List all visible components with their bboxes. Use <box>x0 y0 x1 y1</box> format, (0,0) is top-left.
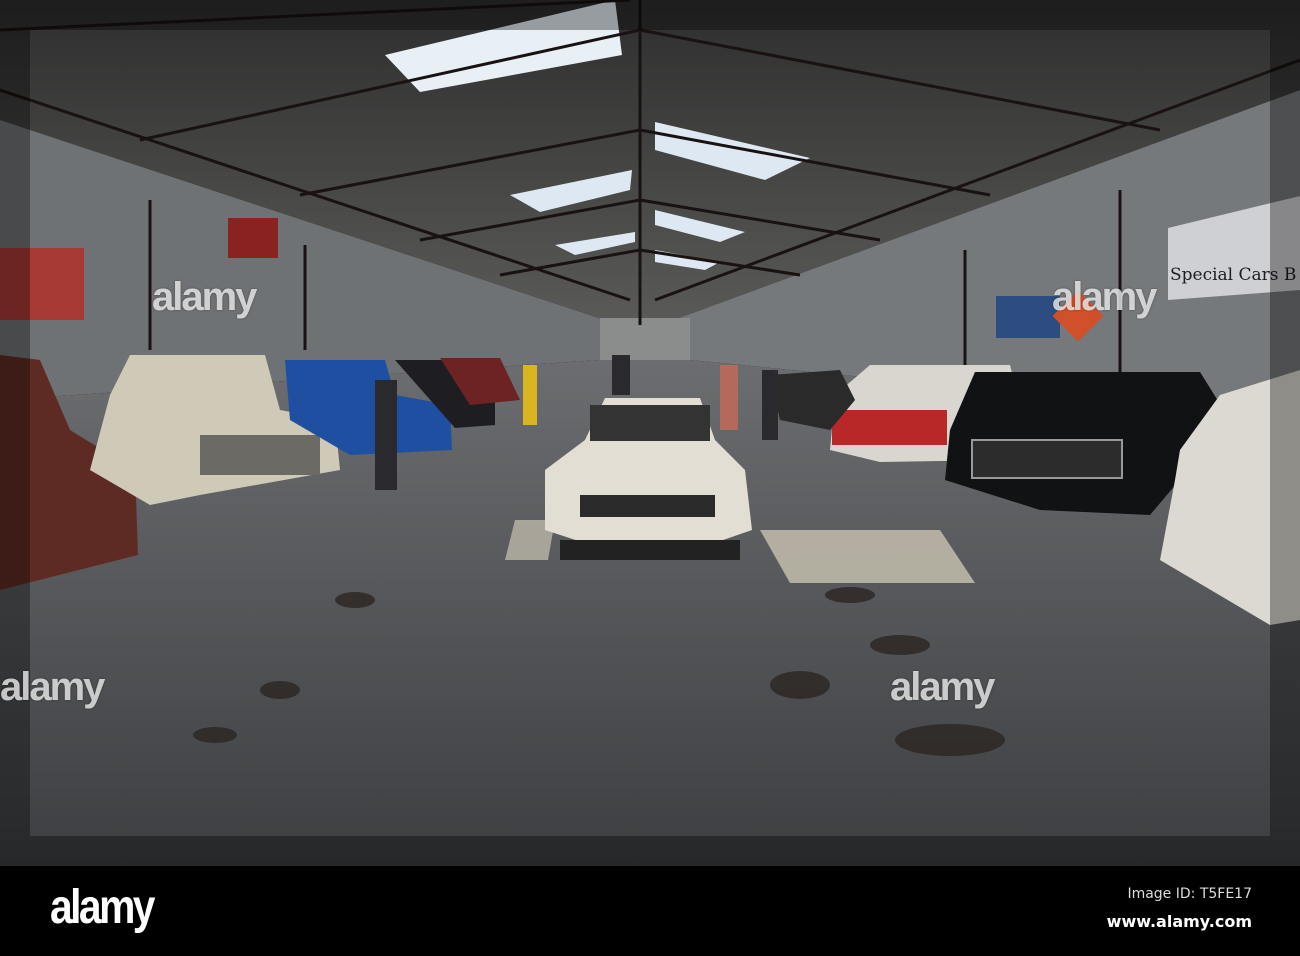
alamy-logo: alamy <box>50 881 155 934</box>
watermark: alamy <box>890 665 995 709</box>
scene: Special Cars B <box>0 0 1300 896</box>
watermark: alamy <box>1052 275 1157 319</box>
confederate-flag <box>228 218 278 258</box>
poster <box>996 296 1060 338</box>
warehouse-photo: Special Cars B alamy alamy alamy alamy <box>0 0 1300 896</box>
watermark: alamy <box>152 275 257 319</box>
back-wall <box>600 318 690 360</box>
footer-bar: alamy Image ID: T5FE17 www.alamy.com <box>0 866 1300 956</box>
watermark: alamy <box>0 665 105 709</box>
site-url[interactable]: www.alamy.com <box>1107 912 1252 931</box>
image-id: Image ID: T5FE17 <box>1127 886 1252 902</box>
